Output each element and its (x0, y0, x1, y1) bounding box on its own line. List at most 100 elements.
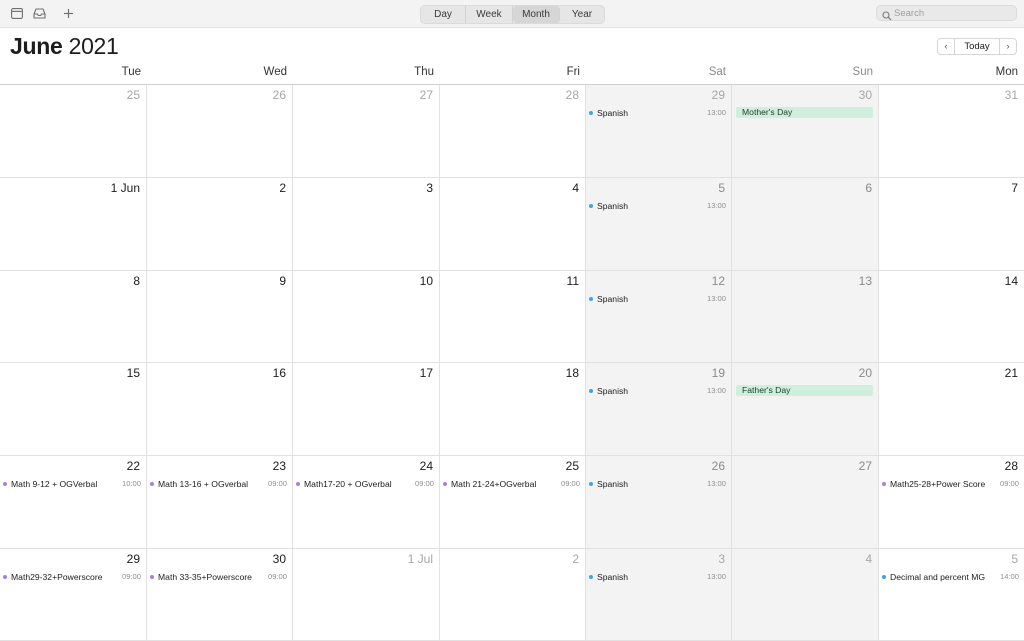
event-dot-icon (589, 204, 593, 208)
day-cell[interactable]: 30 Mother's Day (732, 85, 879, 178)
search-field[interactable] (876, 5, 1017, 21)
day-number: 24 (419, 459, 433, 473)
calendar-event[interactable]: Decimal and percent MG 14:00 (882, 571, 1019, 583)
day-cell[interactable]: 5 Decimal and percent MG 14:00 (879, 549, 1024, 641)
inbox-icon[interactable] (32, 6, 46, 20)
day-cell[interactable]: 5 Spanish 13:00 (586, 178, 732, 271)
calendars-icon[interactable] (10, 6, 24, 20)
day-number: 17 (419, 366, 433, 380)
day-cell[interactable]: 19 Spanish 13:00 (586, 363, 732, 456)
day-cell[interactable]: 17 (293, 363, 440, 456)
event-dot-icon (882, 575, 886, 579)
day-cell[interactable]: 26 Spanish 13:00 (586, 456, 732, 549)
weekday-thu: Thu (414, 66, 434, 78)
day-number: 29 (126, 552, 140, 566)
day-cell[interactable]: 3 (293, 178, 440, 271)
day-number: 2 (279, 181, 286, 195)
day-cell[interactable]: 16 (147, 363, 293, 456)
event-time: 09:00 (999, 479, 1019, 488)
event-dot-icon (589, 111, 593, 115)
day-cell[interactable]: 13 (732, 271, 879, 363)
page-title: June 2021 (10, 32, 119, 60)
today-button[interactable]: Today (954, 39, 1000, 54)
day-cell[interactable]: 20 Father's Day (732, 363, 879, 456)
add-icon[interactable] (61, 6, 75, 20)
day-number: 10 (419, 274, 433, 288)
day-cell[interactable]: 15 (0, 363, 147, 456)
day-number: 18 (565, 366, 579, 380)
event-dot-icon (589, 482, 593, 486)
day-cell[interactable]: 1 Jun (0, 178, 147, 271)
calendar-event[interactable]: Math29-32+Powerscore 09:00 (3, 571, 141, 583)
calendar-event[interactable]: Spanish 13:00 (589, 385, 726, 397)
view-tab-year[interactable]: Year (560, 6, 604, 23)
day-cell[interactable]: 4 (732, 549, 879, 641)
day-cell[interactable]: 29 Math29-32+Powerscore 09:00 (0, 549, 147, 641)
day-cell[interactable]: 28 Math25-28+Power Score 09:00 (879, 456, 1024, 549)
holiday-event[interactable]: Father's Day (736, 385, 873, 396)
day-cell[interactable]: 23 Math 13-16 + OGverbal 09:00 (147, 456, 293, 549)
chevron-left-icon[interactable]: ‹ (938, 39, 954, 54)
day-number: 20 (858, 366, 872, 380)
event-title: Math 33-35+Powerscore (158, 572, 252, 582)
day-cell[interactable]: 27 (732, 456, 879, 549)
day-cell[interactable]: 27 (293, 85, 440, 178)
day-cell[interactable]: 22 Math 9-12 + OGVerbal 10:00 (0, 456, 147, 549)
calendar-event[interactable]: Spanish 13:00 (589, 478, 726, 490)
day-number: 21 (1004, 366, 1018, 380)
day-number: 13 (858, 274, 872, 288)
calendar-event[interactable]: Math 9-12 + OGVerbal 10:00 (3, 478, 141, 490)
day-cell[interactable]: 3 Spanish 13:00 (586, 549, 732, 641)
weekday-sun: Sun (852, 66, 873, 78)
day-cell[interactable]: 29 Spanish 13:00 (586, 85, 732, 178)
calendar-event[interactable]: Spanish 13:00 (589, 571, 726, 583)
day-cell[interactable]: 25 (0, 85, 147, 178)
calendar-event[interactable]: Math 21-24+OGverbal 09:00 (443, 478, 580, 490)
holiday-event[interactable]: Mother's Day (736, 107, 873, 118)
day-cell[interactable]: 9 (147, 271, 293, 363)
calendar-event[interactable]: Spanish 13:00 (589, 200, 726, 212)
event-time: 09:00 (267, 479, 287, 488)
calendar-event[interactable]: Math25-28+Power Score 09:00 (882, 478, 1019, 490)
day-number: 1 Jun (110, 181, 140, 195)
day-cell[interactable]: 6 (732, 178, 879, 271)
view-tab-month[interactable]: Month (513, 6, 560, 23)
day-number: 11 (566, 274, 579, 288)
day-cell[interactable]: 18 (440, 363, 586, 456)
day-number: 19 (711, 366, 725, 380)
day-cell[interactable]: 2 (440, 549, 586, 641)
event-dot-icon (589, 297, 593, 301)
calendar-event[interactable]: Math 33-35+Powerscore 09:00 (150, 571, 287, 583)
event-title: Spanish (597, 386, 629, 396)
day-cell[interactable]: 7 (879, 178, 1024, 271)
day-cell[interactable]: 10 (293, 271, 440, 363)
calendar-event[interactable]: Spanish 13:00 (589, 107, 726, 119)
view-tab-day[interactable]: Day (421, 6, 466, 23)
date-navigation: ‹ Today › (937, 38, 1017, 55)
calendar-event[interactable]: Spanish 13:00 (589, 293, 726, 305)
day-cell[interactable]: 8 (0, 271, 147, 363)
day-number: 22 (126, 459, 140, 473)
day-cell[interactable]: 14 (879, 271, 1024, 363)
day-cell[interactable]: 25 Math 21-24+OGverbal 09:00 (440, 456, 586, 549)
day-cell[interactable]: 4 (440, 178, 586, 271)
chevron-right-icon[interactable]: › (1000, 39, 1016, 54)
day-cell[interactable]: 2 (147, 178, 293, 271)
calendar-event[interactable]: Math 13-16 + OGverbal 09:00 (150, 478, 287, 490)
day-cell[interactable]: 12 Spanish 13:00 (586, 271, 732, 363)
view-tab-week[interactable]: Week (466, 6, 513, 23)
day-cell[interactable]: 30 Math 33-35+Powerscore 09:00 (147, 549, 293, 641)
event-dot-icon (882, 482, 886, 486)
day-cell[interactable]: 26 (147, 85, 293, 178)
day-cell[interactable]: 28 (440, 85, 586, 178)
day-cell[interactable]: 31 (879, 85, 1024, 178)
day-cell[interactable]: 24 Math17-20 + OGverbal 09:00 (293, 456, 440, 549)
calendar-event[interactable]: Math17-20 + OGverbal 09:00 (296, 478, 434, 490)
day-cell[interactable]: 21 (879, 363, 1024, 456)
day-cell[interactable]: 1 Jul (293, 549, 440, 641)
day-number: 28 (565, 88, 579, 102)
search-input[interactable] (894, 6, 1012, 20)
event-dot-icon (150, 575, 154, 579)
event-time: 09:00 (414, 479, 434, 488)
day-cell[interactable]: 11 (440, 271, 586, 363)
